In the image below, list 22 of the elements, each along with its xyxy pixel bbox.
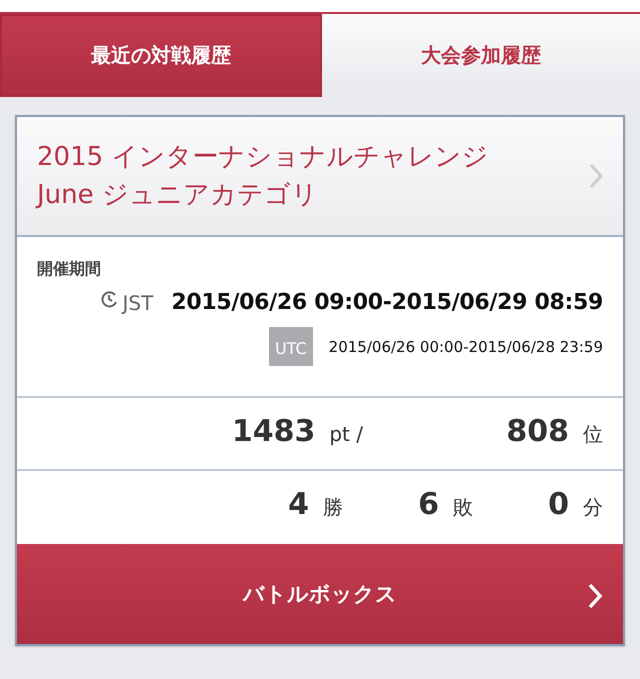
stat-value: 1483 — [232, 414, 316, 449]
card-header[interactable]: 2015 インターナショナルチャレンジ June ジュニアカテゴリ — [17, 117, 623, 237]
battle-box-button[interactable]: バトルボックス — [17, 544, 623, 644]
stat-unit: pt / — [329, 422, 363, 446]
local-time-range: 2015/06/26 09:00-2015/06/29 08:59 — [171, 290, 603, 315]
stat-value: 4 — [288, 487, 309, 522]
tab[interactable]: 最近の対戦履歴 — [0, 14, 322, 97]
period-label: 開催期間 — [37, 259, 102, 280]
tournament-title: 2015 インターナショナルチャレンジ June ジュニアカテゴリ — [37, 141, 490, 212]
stat-value: 0 — [548, 487, 569, 522]
stat-unit: 勝 — [323, 494, 343, 521]
chevron-icon — [589, 163, 603, 189]
utc-badge: UTC — [268, 327, 313, 366]
stat-unit: 位 — [583, 421, 603, 448]
chevron-icon — [587, 582, 603, 610]
timezone-label: JST — [122, 290, 154, 314]
stat-value: 6 — [418, 487, 439, 522]
clock-icon — [100, 290, 119, 308]
utc-time-range: 2015/06/26 00:00-2015/06/28 23:59 — [328, 338, 603, 356]
stat-unit: 分 — [583, 494, 603, 521]
stat-value: 808 — [506, 414, 569, 449]
stat-unit: 敗 — [453, 494, 473, 521]
